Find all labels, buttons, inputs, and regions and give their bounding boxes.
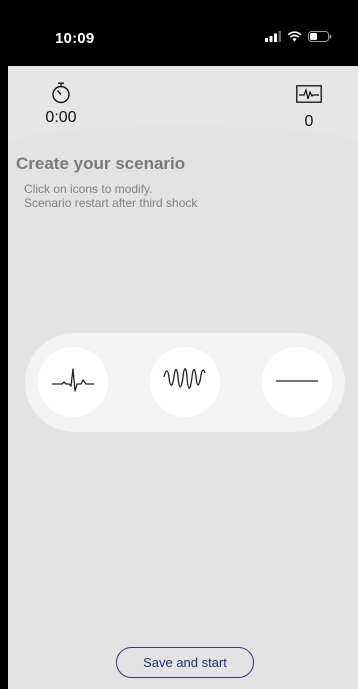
status-bar: 10:09 [0, 0, 358, 66]
instruction-line: Scenario restart after third shock [24, 196, 198, 210]
asystole-flatline-icon [274, 373, 320, 391]
timer-value: 0:00 [45, 109, 77, 126]
wifi-icon [287, 29, 302, 47]
ventricular-fibrillation-icon [162, 363, 208, 402]
shock-counter: 0 [292, 85, 326, 131]
page-title: Create your scenario [16, 154, 186, 173]
ecg-monitor-icon [296, 85, 322, 107]
rhythm-button-sinus[interactable] [38, 347, 108, 417]
rhythm-selector [25, 333, 345, 432]
status-time: 10:09 [55, 30, 95, 47]
status-icons [265, 29, 332, 47]
instructions: Click on icons to modify. Scenario resta… [24, 182, 197, 210]
shock-count: 0 [304, 113, 314, 130]
rhythm-button-asystole[interactable] [262, 347, 332, 417]
save-and-start-button[interactable]: Save and start [116, 647, 254, 678]
ecg-sinus-rhythm-icon [50, 365, 96, 400]
battery-icon [308, 29, 332, 47]
stopwatch-icon [41, 82, 81, 109]
instruction-line: Click on icons to modify. [24, 182, 153, 196]
app-body: 0:00 0 Create your scenario Click on ico… [8, 66, 358, 689]
cellular-signal-icon [265, 29, 281, 47]
timer: 0:00 [41, 82, 81, 127]
rhythm-button-vfib[interactable] [150, 347, 220, 417]
app-screen: 10:09 0:00 0 Create your scenario Click … [0, 0, 358, 689]
